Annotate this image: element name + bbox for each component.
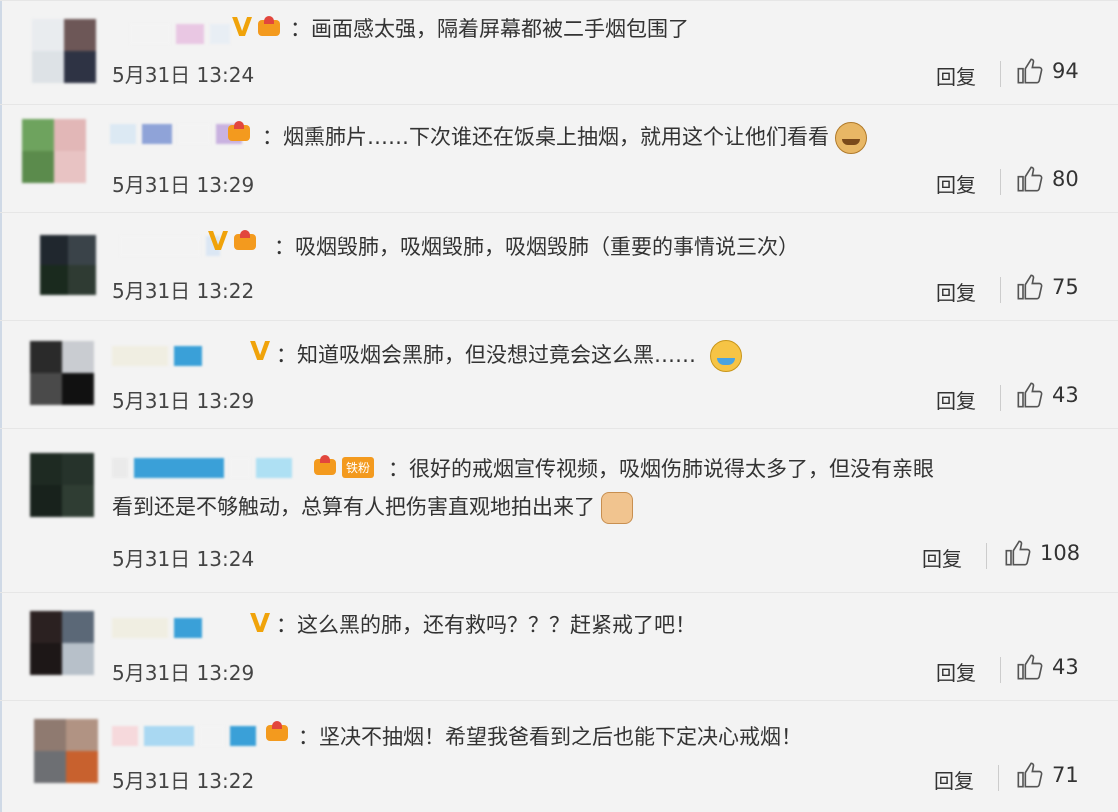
doge-emoji-icon <box>835 122 867 154</box>
username[interactable] <box>112 457 292 479</box>
comment-time: 5月31日 13:29 <box>112 661 255 685</box>
like-button[interactable]: 80 <box>1016 165 1079 193</box>
thumbs-up-icon <box>1017 382 1043 408</box>
avatar[interactable] <box>40 235 96 295</box>
like-button[interactable]: 75 <box>1016 273 1079 301</box>
username[interactable] <box>120 235 220 257</box>
like-count: 71 <box>1052 763 1079 787</box>
verified-icon: V <box>250 337 271 367</box>
reply-button[interactable]: 回复 <box>936 169 976 198</box>
verified-icon: V <box>232 13 253 43</box>
comment-item: ：坚决不抽烟！希望我爸看到之后也能下定决心戒烟！ 5月31日 13:22 回复 … <box>0 700 1118 812</box>
comment-time: 5月31日 13:22 <box>112 279 255 303</box>
comment-time: 5月31日 13:24 <box>112 547 255 571</box>
comment-item: V ：这么黑的肺，还有救吗？？？赶紧戒了吧！ 5月31日 13:29 回复 43 <box>0 592 1118 700</box>
avatar[interactable] <box>32 19 96 83</box>
avatar[interactable] <box>34 719 98 783</box>
like-button[interactable]: 108 <box>1004 539 1080 567</box>
like-button[interactable]: 94 <box>1016 57 1079 85</box>
crown-icon <box>256 16 282 40</box>
reply-button[interactable]: 回复 <box>934 765 974 794</box>
comment-list: V ：画面感太强，隔着屏幕都被二手烟包围了 5月31日 13:24 回复 94 … <box>0 0 1118 812</box>
crown-icon <box>264 721 290 745</box>
comment-text: ：坚决不抽烟！希望我爸看到之后也能下定决心戒烟！ <box>298 725 802 749</box>
crying-emoji-icon <box>710 340 742 372</box>
thumbs-up-icon <box>1017 274 1043 300</box>
like-count: 108 <box>1040 541 1081 565</box>
username[interactable] <box>112 725 256 747</box>
comment-text: ：画面感太强，隔着屏幕都被二手烟包围了 <box>290 17 689 41</box>
comment-text: ：这么黑的肺，还有救吗？？？赶紧戒了吧！ <box>276 613 696 637</box>
comment-time: 5月31日 13:29 <box>112 389 255 413</box>
comment-time: 5月31日 13:22 <box>112 769 255 793</box>
username[interactable] <box>112 617 202 639</box>
thumbs-up-icon <box>1005 540 1031 566</box>
comment-text: ：很好的戒烟宣传视频，吸烟伤肺说得太多了，但没有亲眼 <box>388 457 934 481</box>
comment-text: ：烟熏肺片……下次谁还在饭桌上抽烟，就用这个让他们看看 <box>262 119 867 155</box>
fist-emoji-icon <box>601 492 633 524</box>
divider <box>986 543 987 569</box>
comment-item: V ：知道吸烟会黑肺，但没想过竟会这么黑…… 5月31日 13:29 回复 43 <box>0 320 1118 428</box>
divider <box>1000 61 1001 87</box>
fan-badge: 铁粉 <box>342 456 375 478</box>
verified-icon: V <box>208 227 229 257</box>
divider <box>1000 657 1001 683</box>
like-button[interactable]: 43 <box>1016 653 1079 681</box>
reply-button[interactable]: 回复 <box>936 61 976 90</box>
thumbs-up-icon <box>1017 58 1043 84</box>
username[interactable] <box>110 123 242 145</box>
avatar[interactable] <box>22 119 86 183</box>
like-count: 94 <box>1052 59 1079 83</box>
avatar[interactable] <box>30 341 94 405</box>
reply-button[interactable]: 回复 <box>936 385 976 414</box>
comment-time: 5月31日 13:24 <box>112 63 255 87</box>
thumbs-up-icon <box>1017 762 1043 788</box>
divider <box>1000 169 1001 195</box>
like-button[interactable]: 71 <box>1016 761 1079 789</box>
username[interactable] <box>130 23 230 45</box>
thumbs-up-icon <box>1017 654 1043 680</box>
comment-text: ：吸烟毁肺，吸烟毁肺，吸烟毁肺（重要的事情说三次） <box>274 235 799 259</box>
verified-icon: V <box>250 609 271 639</box>
reply-button[interactable]: 回复 <box>922 543 962 572</box>
like-count: 43 <box>1052 655 1079 679</box>
reply-button[interactable]: 回复 <box>936 277 976 306</box>
like-count: 75 <box>1052 275 1079 299</box>
thumbs-up-icon <box>1017 166 1043 192</box>
username[interactable] <box>112 345 202 367</box>
reply-button[interactable]: 回复 <box>936 657 976 686</box>
like-count: 43 <box>1052 383 1079 407</box>
like-count: 80 <box>1052 167 1079 191</box>
crown-icon <box>232 230 258 254</box>
comment-text: ：知道吸烟会黑肺，但没想过竟会这么黑…… <box>276 337 742 373</box>
comment-item: V ：吸烟毁肺，吸烟毁肺，吸烟毁肺（重要的事情说三次） 5月31日 13:22 … <box>0 212 1118 320</box>
divider <box>1000 385 1001 411</box>
divider <box>1000 277 1001 303</box>
comment-text-line2: 看到还是不够触动，总算有人把伤害直观地拍出来了 <box>112 495 595 519</box>
divider <box>998 765 999 791</box>
comment-text-continued: 看到还是不够触动，总算有人把伤害直观地拍出来了 <box>112 489 633 525</box>
comment-time: 5月31日 13:29 <box>112 173 255 197</box>
comment-text-content: ：知道吸烟会黑肺，但没想过竟会这么黑…… <box>276 343 696 367</box>
crown-icon <box>226 121 252 145</box>
comment-item: 铁粉 ：很好的戒烟宣传视频，吸烟伤肺说得太多了，但没有亲眼 看到还是不够触动，总… <box>0 428 1118 592</box>
comment-item: V ：画面感太强，隔着屏幕都被二手烟包围了 5月31日 13:24 回复 94 <box>0 0 1118 104</box>
comment-text-content: ：烟熏肺片……下次谁还在饭桌上抽烟，就用这个让他们看看 <box>262 125 829 149</box>
like-button[interactable]: 43 <box>1016 381 1079 409</box>
comment-item: ：烟熏肺片……下次谁还在饭桌上抽烟，就用这个让他们看看 5月31日 13:29 … <box>0 104 1118 212</box>
crown-icon <box>312 455 338 479</box>
avatar[interactable] <box>30 453 94 517</box>
avatar[interactable] <box>30 611 94 675</box>
